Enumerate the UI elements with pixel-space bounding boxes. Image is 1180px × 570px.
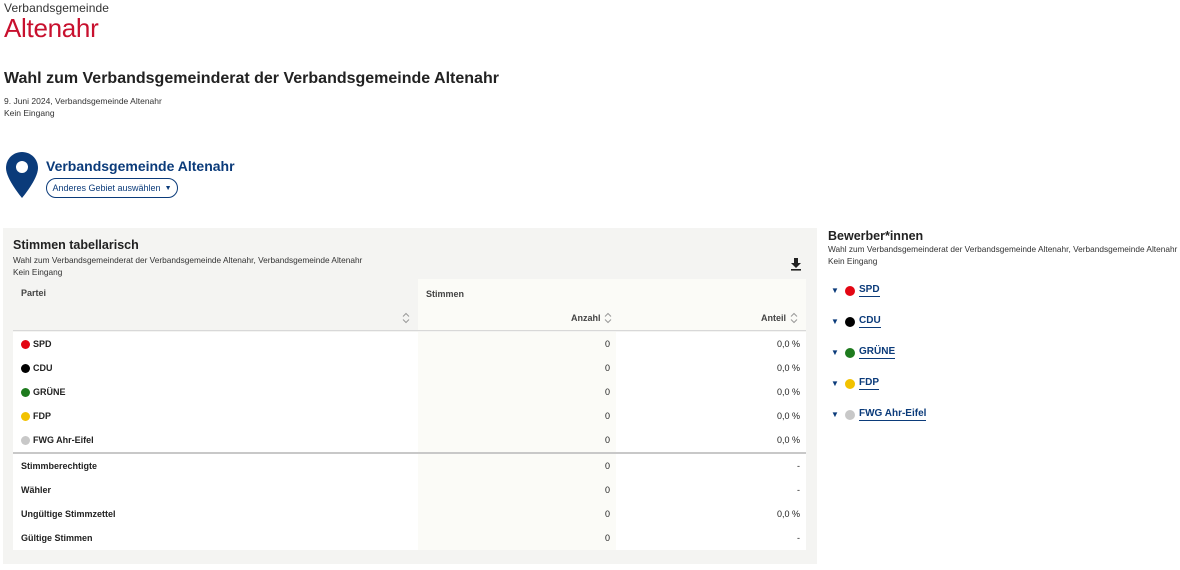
- table-row: GRÜNE 0 0,0 %: [13, 380, 806, 404]
- candidates-status: Kein Eingang: [828, 256, 878, 266]
- party-color-dot: [845, 316, 855, 327]
- vote-share: 0,0 %: [776, 411, 800, 421]
- summary-share: -: [797, 485, 800, 495]
- download-icon[interactable]: [789, 257, 803, 271]
- election-date: 9. Juni 2024, Verbandsgemeinde Altenahr: [4, 96, 162, 106]
- candidate-party-link[interactable]: GRÜNE: [859, 346, 896, 359]
- candidate-group-fwg[interactable]: ▼ FWG Ahr-Eifel: [831, 408, 927, 421]
- chevron-down-icon: ▼: [164, 184, 172, 192]
- party-color-dot: [21, 411, 30, 421]
- vote-count: 0: [604, 411, 610, 421]
- candidate-group-gruene[interactable]: ▼ GRÜNE: [831, 346, 896, 359]
- change-area-button[interactable]: Anderes Gebiet auswählen ▼: [46, 178, 178, 198]
- candidate-group-cdu[interactable]: ▼ CDU: [831, 315, 881, 328]
- party-color-dot: [845, 378, 855, 389]
- summary-label: Ungültige Stimmzettel: [21, 509, 116, 519]
- col-header-share[interactable]: Anteil: [761, 313, 786, 323]
- sort-icon[interactable]: [402, 312, 410, 324]
- triangle-down-icon: ▼: [831, 286, 839, 295]
- candidate-group-spd[interactable]: ▼ SPD: [831, 284, 880, 297]
- summary-share: -: [797, 461, 800, 471]
- candidate-group-fdp[interactable]: ▼ FDP: [831, 377, 879, 390]
- table-row: FDP 0 0,0 %: [13, 404, 806, 428]
- table-header-top: Partei Stimmen: [13, 279, 806, 303]
- change-area-label: Anderes Gebiet auswählen: [52, 183, 161, 193]
- panel-title: Stimmen tabellarisch: [13, 238, 139, 252]
- vote-share: 0,0 %: [776, 435, 800, 445]
- triangle-down-icon: ▼: [831, 348, 839, 357]
- triangle-down-icon: ▼: [831, 410, 839, 419]
- table-row: FWG Ahr-Eifel 0 0,0 %: [13, 428, 806, 452]
- candidate-party-link[interactable]: FDP: [859, 377, 879, 390]
- candidates-subtitle: Wahl zum Verbandsgemeinderat der Verband…: [828, 244, 1178, 254]
- panel-subtitle: Wahl zum Verbandsgemeinderat der Verband…: [13, 255, 363, 265]
- table-row: Ungültige Stimmzettel 0 0,0 %: [13, 502, 806, 526]
- party-color-dot: [845, 285, 855, 296]
- vote-count: 0: [604, 339, 610, 349]
- candidate-party-link[interactable]: FWG Ahr-Eifel: [859, 408, 927, 421]
- table-row: CDU 0 0,0 %: [13, 356, 806, 380]
- candidate-party-link[interactable]: SPD: [859, 284, 880, 297]
- party-name: SPD: [33, 339, 52, 349]
- party-name: FDP: [33, 411, 51, 421]
- vote-count: 0: [604, 387, 610, 397]
- summary-label: Stimmberechtigte: [21, 461, 98, 471]
- col-header-party: Partei: [21, 288, 47, 298]
- party-color-dot: [21, 387, 30, 397]
- candidate-party-link[interactable]: CDU: [859, 315, 881, 328]
- vote-count: 0: [604, 363, 610, 373]
- table-row: Wähler 0 -: [13, 478, 806, 502]
- summary-label: Gültige Stimmen: [21, 533, 93, 543]
- page-title: Wahl zum Verbandsgemeinderat der Verband…: [4, 70, 499, 87]
- party-name: FWG Ahr-Eifel: [33, 435, 94, 445]
- triangle-down-icon: ▼: [831, 379, 839, 388]
- summary-count: 0: [604, 533, 610, 543]
- vote-share: 0,0 %: [776, 387, 800, 397]
- vote-share: 0,0 %: [776, 339, 800, 349]
- map-pin-icon: [6, 152, 38, 198]
- party-color-dot: [845, 347, 855, 358]
- party-color-dot: [21, 435, 30, 445]
- election-status: Kein Eingang: [4, 108, 55, 118]
- summary-count: 0: [604, 461, 610, 471]
- location-name: Verbandsgemeinde Altenahr: [46, 158, 235, 174]
- party-color-dot: [21, 363, 30, 373]
- logo[interactable]: Verbandsgemeinde Altenahr: [4, 2, 109, 41]
- party-name: GRÜNE: [33, 387, 66, 397]
- table-row: Gültige Stimmen 0 -: [13, 526, 806, 550]
- party-color-dot: [21, 339, 30, 349]
- party-name: CDU: [33, 363, 53, 373]
- table-header-bottom: Anzahl Anteil: [13, 303, 806, 331]
- summary-share: 0,0 %: [776, 509, 800, 519]
- summary-share: -: [797, 533, 800, 543]
- party-color-dot: [845, 409, 855, 420]
- col-header-count[interactable]: Anzahl: [571, 313, 601, 323]
- summary-count: 0: [604, 485, 610, 495]
- col-header-votes: Stimmen: [426, 289, 465, 299]
- votes-table-panel: Stimmen tabellarisch Wahl zum Verbandsge…: [3, 228, 817, 564]
- candidates-title: Bewerber*innen: [828, 229, 924, 243]
- table-row: SPD 0 0,0 %: [13, 332, 806, 356]
- summary-label: Wähler: [21, 485, 52, 495]
- vote-count: 0: [604, 435, 610, 445]
- summary-count: 0: [604, 509, 610, 519]
- sort-icon[interactable]: [604, 312, 612, 324]
- triangle-down-icon: ▼: [831, 317, 839, 326]
- sort-icon[interactable]: [790, 312, 798, 324]
- vote-share: 0,0 %: [776, 363, 800, 373]
- logo-line-2: Altenahr: [4, 13, 99, 43]
- panel-status: Kein Eingang: [13, 267, 63, 277]
- table-row: Stimmberechtigte 0 -: [13, 454, 806, 478]
